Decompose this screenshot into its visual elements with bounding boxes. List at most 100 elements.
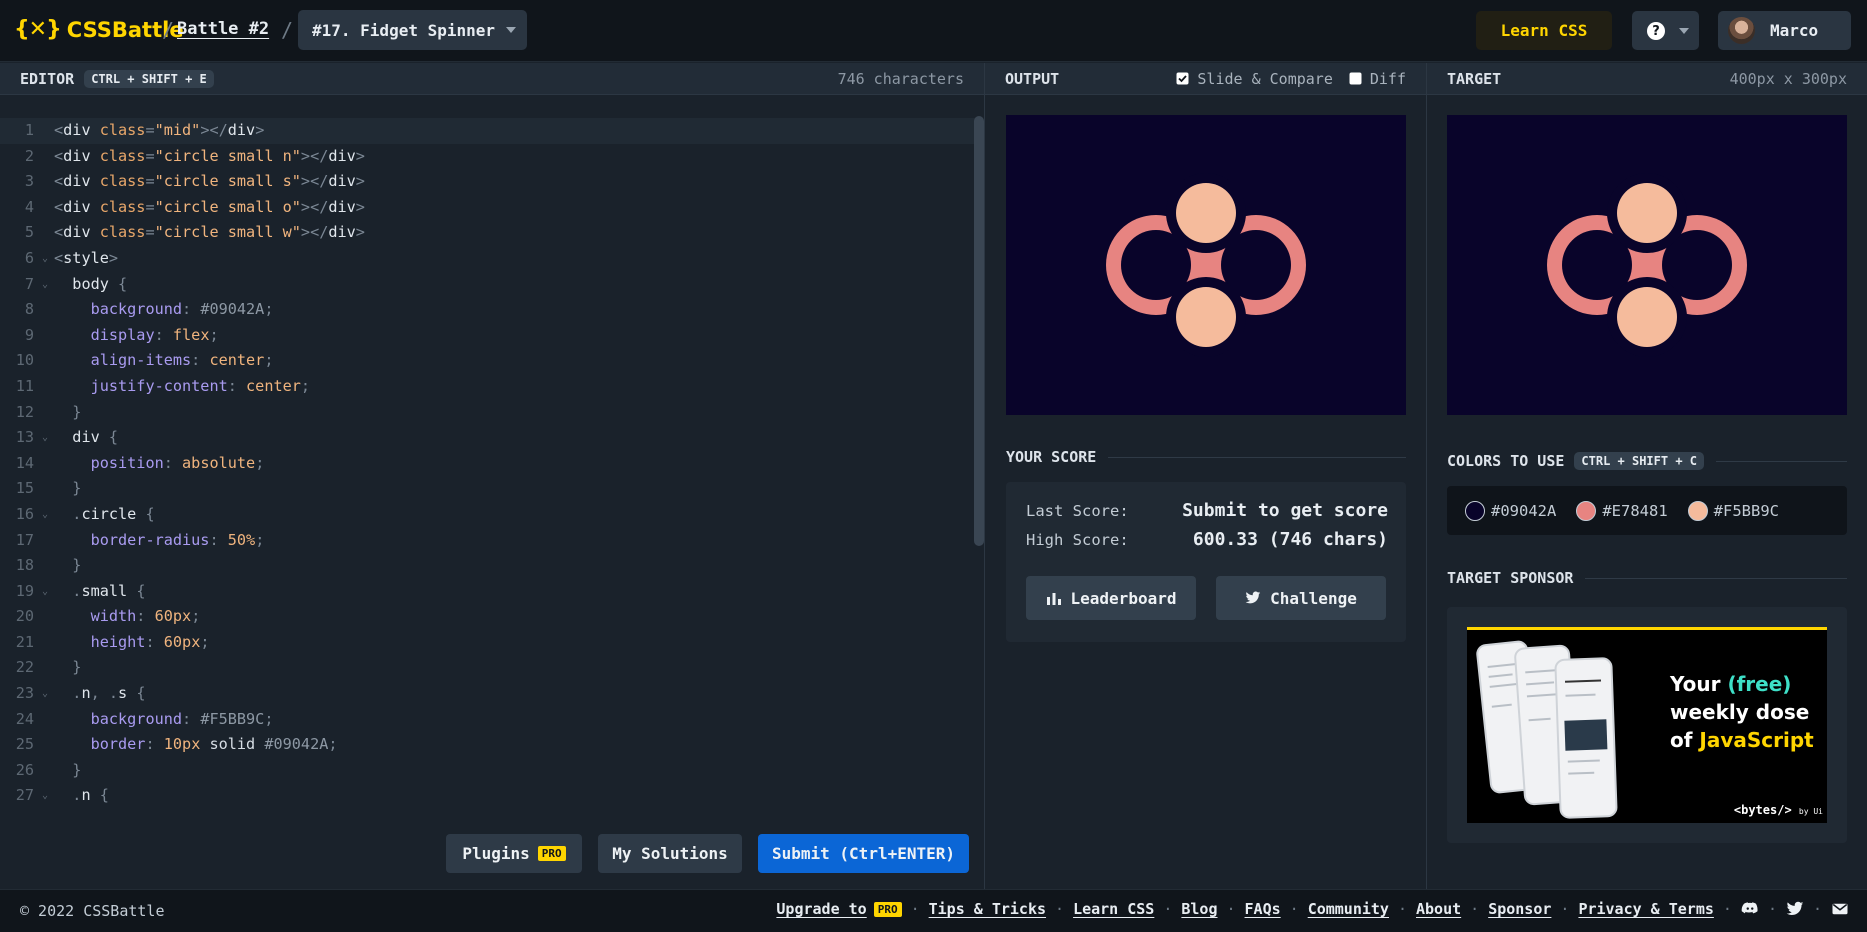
code-line[interactable]: 26 } <box>0 758 976 784</box>
twitter-icon[interactable] <box>1786 900 1804 918</box>
code-line[interactable]: 11 justify-content: center; <box>0 374 976 400</box>
editor-shortcut: CTRL + SHIFT + E <box>84 69 214 88</box>
sponsor-title: TARGET SPONSOR <box>1447 569 1574 587</box>
slide-compare-toggle[interactable]: Slide & Compare <box>1176 70 1333 88</box>
code-token: ; <box>200 632 210 651</box>
section-rule <box>1585 577 1847 579</box>
footer-link[interactable]: Tips & Tricks <box>929 900 1046 918</box>
footer-link[interactable]: Learn CSS <box>1073 900 1154 918</box>
editor-scrollbar[interactable] <box>974 116 984 546</box>
color-swatch[interactable]: #F5BB9C <box>1687 500 1779 521</box>
challenge-button[interactable]: Challenge <box>1216 576 1386 620</box>
learn-css-button[interactable]: Learn CSS <box>1476 11 1612 50</box>
colors-section-title: COLORS TO USE CTRL + SHIFT + C <box>1447 452 1847 470</box>
code-line[interactable]: 2 < div class = "circle small n" ></div > <box>0 144 976 170</box>
code-line[interactable]: 1 < div class = "mid" ></div > <box>0 118 976 144</box>
footer-link[interactable]: Privacy & Terms <box>1578 900 1713 918</box>
code-line[interactable]: 25 border: 10 px solid #09042A; <box>0 732 976 758</box>
target-header: TARGET 400px x 300px <box>1427 63 1867 95</box>
code-line[interactable]: 7 ⌄ body { <box>0 272 976 298</box>
code-line[interactable]: 27 ⌄ .n { <box>0 783 976 809</box>
code-line[interactable]: 5 < div class = "circle small w" ></div > <box>0 220 976 246</box>
fold-chevron-icon[interactable]: ⌄ <box>42 425 54 451</box>
code-line[interactable]: 8 background: #09042A; <box>0 297 976 323</box>
code-lines[interactable]: 1 < div class = "mid" ></div >2 < div class = "cir… <box>0 118 976 809</box>
code-line[interactable]: 16 ⌄ . circle { <box>0 502 976 528</box>
plugins-button[interactable]: Plugins PRO <box>446 834 582 873</box>
checkbox-checked-icon[interactable] <box>1176 72 1189 85</box>
color-swatch[interactable]: #E78481 <box>1576 500 1668 521</box>
code-editor[interactable]: 1 < div class = "mid" ></div >2 < div class = "cir… <box>0 96 984 889</box>
code-token: , . <box>90 684 119 703</box>
code-token: small <box>81 581 137 600</box>
panel-divider[interactable] <box>1426 63 1427 889</box>
challenge-selector[interactable]: #17. Fidget Spinner <box>298 10 527 50</box>
code-token: ; <box>191 607 201 626</box>
fold-chevron-icon[interactable]: ⌄ <box>42 681 54 707</box>
code-token: ></ <box>200 121 228 139</box>
mail-icon[interactable] <box>1831 900 1849 918</box>
output-preview[interactable] <box>1006 115 1406 415</box>
code-token: = <box>145 223 155 242</box>
fold-chevron-icon[interactable]: ⌄ <box>42 246 54 272</box>
checkbox-unchecked-icon[interactable] <box>1349 72 1362 85</box>
bar-chart-icon <box>1046 593 1061 605</box>
code-line[interactable]: 23 ⌄ .n, .s { <box>0 681 976 707</box>
code-line[interactable]: 20 width: 60 px; <box>0 604 976 630</box>
code-token: width <box>90 607 137 626</box>
footer-link[interactable]: Sponsor <box>1488 900 1551 918</box>
code-line[interactable]: 19 ⌄ . small { <box>0 579 976 605</box>
code-line[interactable]: 12 } <box>0 400 976 426</box>
cssbattle-logo[interactable]: {✕} CSSBattle <box>14 17 184 42</box>
fold-chevron-icon <box>42 655 54 681</box>
upgrade-link[interactable]: Upgrade to <box>776 900 866 918</box>
challenge-label: Challenge <box>1270 588 1357 608</box>
code-line[interactable]: 3 < div class = "circle small s" ></div > <box>0 169 976 195</box>
fold-chevron-icon[interactable]: ⌄ <box>42 783 54 809</box>
code-line[interactable]: 18 } <box>0 553 976 579</box>
my-solutions-button[interactable]: My Solutions <box>598 834 742 873</box>
fold-chevron-icon[interactable]: ⌄ <box>42 502 54 528</box>
copyright: © 2022 CSSBattle <box>20 902 165 920</box>
code-token: { <box>145 504 155 523</box>
help-menu-button[interactable]: ? <box>1632 11 1699 50</box>
code-line[interactable]: 22 } <box>0 655 976 681</box>
code-token: { <box>136 684 146 703</box>
code-token: circle <box>81 504 146 523</box>
code-token: px <box>182 735 210 754</box>
panel-divider[interactable] <box>984 63 985 889</box>
footer-link[interactable]: Blog <box>1181 900 1217 918</box>
code-line[interactable]: 4 < div class = "circle small o" ></div > <box>0 195 976 221</box>
footer-link[interactable]: About <box>1416 900 1461 918</box>
code-token: ; <box>255 453 265 472</box>
discord-icon[interactable] <box>1741 900 1759 918</box>
user-menu-button[interactable]: Marco <box>1718 11 1851 50</box>
code-line[interactable]: 21 height: 60 px; <box>0 630 976 656</box>
code-line[interactable]: 17 border-radius: 50%; <box>0 528 976 554</box>
code-token: > <box>355 197 365 216</box>
code-token: border-radius <box>90 530 210 549</box>
fold-chevron-icon <box>42 220 54 246</box>
code-token: background <box>90 709 183 728</box>
code-line[interactable]: 13 ⌄ div { <box>0 425 976 451</box>
code-line[interactable]: 9 display: flex; <box>0 323 976 349</box>
code-line[interactable]: 15 } <box>0 476 976 502</box>
leaderboard-button[interactable]: Leaderboard <box>1026 576 1196 620</box>
fold-chevron-icon[interactable]: ⌄ <box>42 579 54 605</box>
fold-chevron-icon[interactable]: ⌄ <box>42 272 54 298</box>
code-token: px <box>172 607 192 626</box>
code-line[interactable]: 10 align-items: center; <box>0 348 976 374</box>
code-token: "circle small o" <box>154 197 301 216</box>
sponsor-ad[interactable]: Your (free) weekly dose of JavaScript <b… <box>1467 627 1827 823</box>
pro-badge: PRO <box>873 901 902 917</box>
code-line[interactable]: 24 background: #F5BB9C; <box>0 707 976 733</box>
diff-toggle[interactable]: Diff <box>1349 70 1406 88</box>
code-line[interactable]: 6 ⌄ < style > <box>0 246 976 272</box>
footer-link[interactable]: Community <box>1308 900 1389 918</box>
color-swatch[interactable]: #09042A <box>1465 500 1556 521</box>
code-token: ; <box>264 300 274 319</box>
code-line[interactable]: 14 position: absolute; <box>0 451 976 477</box>
footer-link[interactable]: FAQs <box>1245 900 1281 918</box>
battle-link[interactable]: Battle #2 <box>177 19 269 39</box>
submit-button[interactable]: Submit (Ctrl+ENTER) <box>758 834 969 873</box>
